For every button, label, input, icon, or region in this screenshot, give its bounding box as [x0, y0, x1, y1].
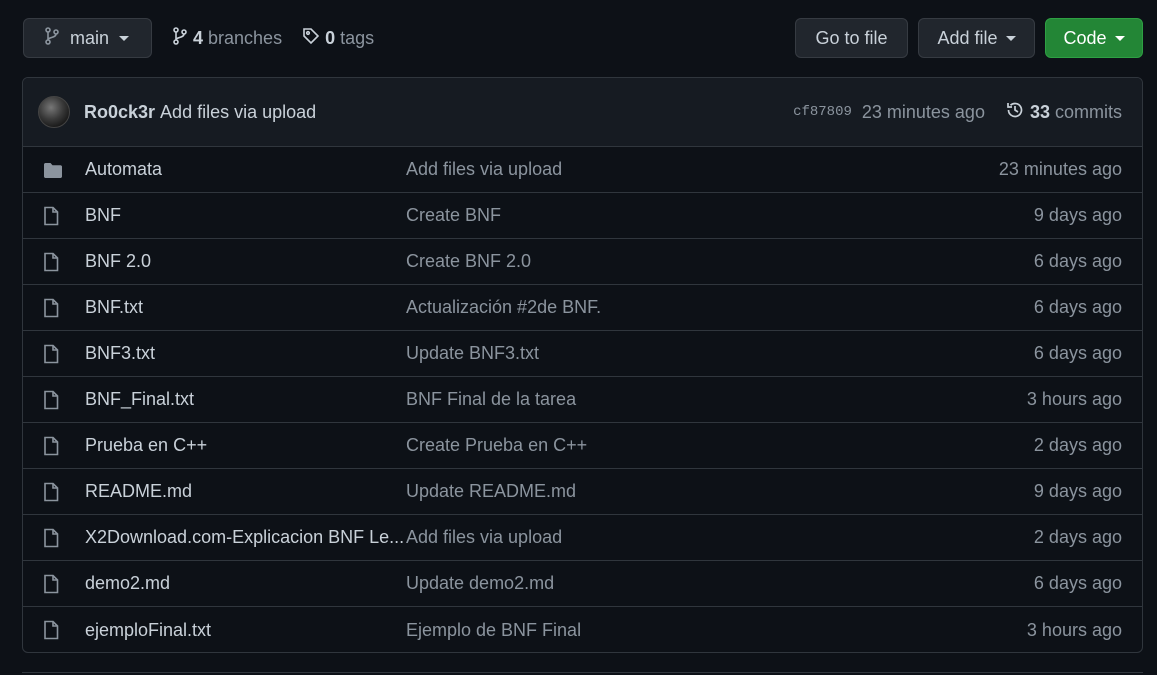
commit-meta: cf87809 23 minutes ago 33 commits: [793, 100, 1122, 125]
go-to-file-label: Go to file: [815, 27, 888, 48]
file-commit-age: 6 days ago: [1033, 573, 1122, 593]
tags-count: 0: [325, 27, 336, 48]
file-row[interactable]: BNF 2.0 Create BNF 2.0 6 days ago: [23, 239, 1142, 285]
tags-label: tags: [340, 27, 375, 48]
file-name-link[interactable]: BNF.txt: [85, 297, 406, 318]
file-row[interactable]: README.md Update README.md 9 days ago: [23, 469, 1142, 515]
code-button[interactable]: Code: [1045, 18, 1143, 58]
add-file-label: Add file: [937, 27, 998, 48]
file-commit-age: 3 hours ago: [1026, 619, 1122, 640]
file-row[interactable]: Prueba en C++ Create Prueba en C++ 2 days …: [23, 423, 1142, 469]
file-commit-message-link[interactable]: Create BNF 2.0: [406, 251, 1034, 272]
repo-toolbar: main 4 branches 0 tags Go to file Add fi…: [23, 18, 1143, 58]
file-icon: [23, 482, 85, 502]
file-commit-message-link[interactable]: Update demo2.md: [406, 573, 1034, 594]
file-commit-age: 2 days ago: [1033, 527, 1122, 547]
file-commit-age: 6 days ago: [1033, 297, 1122, 317]
file-name-link[interactable]: BNF 2.0: [85, 251, 406, 272]
file-row[interactable]: BNF.txt Actualización #2de BNF. 6 days ago: [23, 285, 1142, 331]
file-icon: [23, 528, 85, 548]
commits-count: 33: [1029, 101, 1050, 122]
file-commit-message-link[interactable]: Create BNF: [406, 205, 1034, 226]
file-commit-age: 3 hours ago: [1026, 389, 1122, 409]
branches-count: 4: [193, 27, 204, 48]
commit-message[interactable]: Add files via upload: [160, 102, 316, 123]
file-icon: [23, 206, 85, 226]
file-row[interactable]: Automata Add files via upload 23 minutes a…: [23, 147, 1142, 193]
file-name-link[interactable]: BNF: [85, 205, 406, 226]
file-commit-age: 2 days ago: [1033, 435, 1122, 455]
file-name-link[interactable]: README.md: [85, 481, 406, 502]
file-commit-message-link[interactable]: Add files via upload: [406, 159, 999, 180]
file-browser: Ro0ck3r Add files via upload cf87809 23 …: [22, 77, 1143, 653]
file-name-link[interactable]: Automata: [85, 159, 406, 180]
file-row[interactable]: BNF_Final.txt BNF Final de la tarea 3 hour…: [23, 377, 1142, 423]
file-commit-age: 9 days ago: [1033, 481, 1122, 501]
commit-author[interactable]: Ro0ck3r: [84, 102, 155, 123]
file-commit-age: 6 days ago: [1033, 343, 1122, 363]
file-commit-message-link[interactable]: BNF Final de la tarea: [406, 389, 1027, 410]
file-list: Automata Add files via upload 23 minutes a…: [23, 147, 1142, 652]
file-row[interactable]: BNF Create BNF 9 days ago: [23, 193, 1142, 239]
file-name-link[interactable]: BNF3.txt: [85, 343, 406, 364]
chevron-down-icon: [1005, 35, 1016, 41]
file-row[interactable]: demo2.md Update demo2.md 6 days ago: [23, 561, 1142, 607]
action-buttons: Go to file Add file Code: [795, 18, 1143, 58]
chevron-down-icon: [119, 35, 130, 41]
file-icon: [23, 620, 85, 640]
file-icon: [23, 436, 85, 456]
branches-link[interactable]: 4 branches: [172, 26, 283, 50]
file-commit-message-link[interactable]: Actualización #2de BNF.: [406, 297, 1034, 318]
file-name-link[interactable]: Prueba en C++: [85, 435, 406, 456]
file-name-link[interactable]: ejemploFinal.txt: [85, 620, 406, 641]
branch-name: main: [70, 27, 110, 48]
commit-sha[interactable]: cf87809: [793, 104, 852, 120]
tags-link[interactable]: 0 tags: [302, 27, 374, 50]
file-icon: [23, 344, 85, 364]
file-icon: [23, 574, 85, 594]
file-commit-message-link[interactable]: Update README.md: [406, 481, 1034, 502]
tag-icon: [302, 27, 320, 50]
file-commit-age: 9 days ago: [1033, 205, 1122, 225]
go-to-file-button[interactable]: Go to file: [795, 18, 908, 58]
latest-commit-bar: Ro0ck3r Add files via upload cf87809 23 …: [23, 78, 1142, 147]
file-commit-message-link[interactable]: Update BNF3.txt: [406, 343, 1034, 364]
avatar[interactable]: [38, 96, 70, 128]
file-name-link[interactable]: demo2.md: [85, 573, 406, 594]
git-branch-icon: [44, 26, 60, 50]
chevron-down-icon: [1114, 35, 1125, 41]
file-commit-message-link[interactable]: Create Prueba en C++: [406, 435, 1034, 456]
branch-selector-button[interactable]: main: [23, 18, 152, 58]
git-branch-icon: [172, 26, 188, 50]
file-icon: [23, 252, 85, 272]
folder-icon: [23, 161, 85, 179]
history-icon: [1005, 100, 1025, 125]
file-row[interactable]: X2Download.com-Explicacion BNF Le... Add …: [23, 515, 1142, 561]
file-icon: [23, 298, 85, 318]
file-row[interactable]: ejemploFinal.txt Ejemplo de BNF Final 3 ho…: [23, 607, 1142, 652]
file-commit-age: 23 minutes ago: [998, 159, 1122, 179]
commit-time[interactable]: 23 minutes ago: [862, 102, 985, 123]
file-name-link[interactable]: BNF_Final.txt: [85, 389, 406, 410]
file-commit-message-link[interactable]: Add files via upload: [406, 527, 1034, 548]
commits-history-link[interactable]: 33 commits: [1005, 100, 1122, 125]
file-icon: [23, 390, 85, 410]
branches-label: branches: [208, 27, 283, 48]
code-label: Code: [1063, 27, 1107, 48]
add-file-button[interactable]: Add file: [918, 18, 1035, 58]
file-row[interactable]: BNF3.txt Update BNF3.txt 6 days ago: [23, 331, 1142, 377]
file-name-link[interactable]: X2Download.com-Explicacion BNF Le...: [85, 527, 406, 548]
file-commit-age: 6 days ago: [1033, 251, 1122, 271]
file-commit-message-link[interactable]: Ejemplo de BNF Final: [406, 620, 1027, 641]
commits-label: commits: [1055, 101, 1122, 122]
